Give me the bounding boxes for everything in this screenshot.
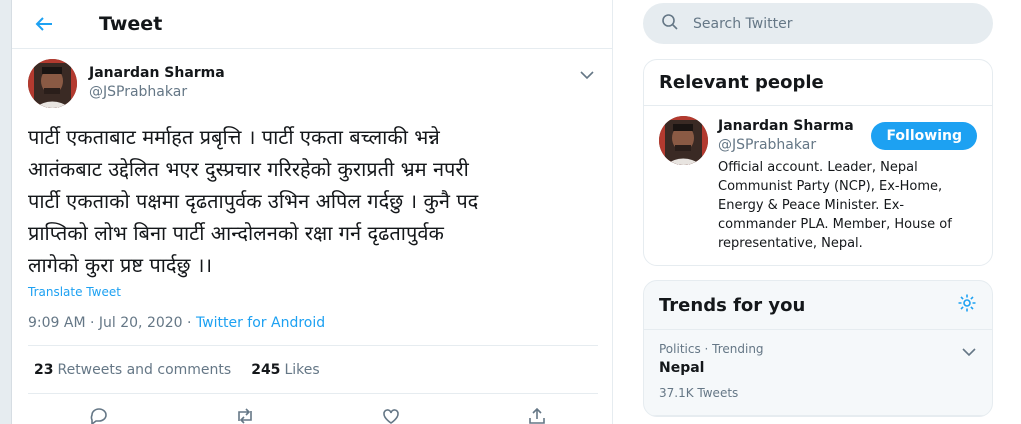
arrow-left-icon[interactable]	[34, 13, 56, 35]
trend-context: Politics · Trending	[659, 342, 764, 356]
author-display-name[interactable]: Janardan Sharma	[89, 65, 225, 82]
tweet-text-line: लागेको कुरा प्रष्ट पार्दछु ।।	[28, 253, 213, 277]
trend-name: Nepal	[659, 360, 705, 376]
relevant-people-title: Relevant people	[644, 60, 992, 106]
tweet-header: Tweet	[12, 0, 612, 49]
retweets-label: Retweets and comments	[57, 361, 232, 378]
retweets-stat[interactable]: 23 Retweets and comments	[34, 362, 231, 378]
trend-item[interactable]: Politics · Trending Nepal 37.1K Tweets	[644, 330, 992, 416]
tweet-text-line: पार्टी एकताबाट मर्माहत प्रबृत्ति । पार्ट…	[28, 125, 440, 149]
avatar[interactable]	[28, 59, 77, 108]
retweets-count: 23	[34, 361, 54, 378]
trend-count: 37.1K Tweets	[659, 386, 739, 400]
tweet-text-line: आतंकबाट उद्देलित भएर दुस्प्रचार गरिरहेको…	[28, 157, 469, 181]
retweet-icon[interactable]	[234, 405, 256, 424]
translate-tweet-link[interactable]: Translate Tweet	[12, 285, 612, 299]
likes-label: Likes	[284, 361, 320, 378]
page-title: Tweet	[99, 13, 163, 35]
trends-title: Trends for you	[659, 294, 806, 316]
trends-card: Trends for you Politics · Trending Nepal…	[643, 280, 993, 417]
trends-header: Trends for you	[644, 281, 992, 330]
tweet-text-line: प्राप्तिको लोभ बिना पार्टी आन्दोलनको रक्…	[28, 221, 444, 245]
search-input[interactable]	[693, 15, 953, 32]
tweet-meta: 9:09 AM · Jul 20, 2020 · Twitter for And…	[28, 315, 598, 346]
tweet-actions	[88, 405, 548, 424]
author-handle[interactable]: @JSPrabhakar	[89, 82, 225, 102]
tweet-column: Tweet Janardan Sharma @JSPrabhakar पार्ट…	[12, 0, 613, 424]
likes-count: 245	[251, 361, 281, 378]
tweet-source-link[interactable]: Twitter for Android	[196, 315, 325, 331]
person-bio: Official account. Leader, Nepal Communis…	[718, 160, 952, 251]
tweet-timestamp[interactable]: 9:09 AM · Jul 20, 2020 ·	[28, 315, 196, 331]
like-icon[interactable]	[380, 405, 402, 424]
author-names: Janardan Sharma @JSPrabhakar	[89, 59, 225, 115]
search-icon	[661, 13, 679, 35]
sidebar: Relevant people Janardan Sharma @JSPrabh…	[643, 0, 993, 417]
relevant-people-card: Relevant people Janardan Sharma @JSPrabh…	[643, 59, 993, 266]
chevron-down-icon[interactable]	[580, 65, 594, 84]
tweet-stats: 23 Retweets and comments 245 Likes	[28, 346, 598, 394]
following-button[interactable]: Following	[871, 122, 977, 150]
chevron-down-icon[interactable]	[962, 342, 976, 361]
likes-stat[interactable]: 245 Likes	[251, 362, 319, 378]
avatar[interactable]	[659, 116, 708, 165]
tweet-text: पार्टी एकताबाट मर्माहत प्रबृत्ति । पार्ट…	[12, 121, 592, 281]
left-rail	[0, 0, 12, 424]
gear-icon[interactable]	[957, 293, 977, 317]
reply-icon[interactable]	[88, 405, 110, 424]
share-icon[interactable]	[526, 405, 548, 424]
search-box[interactable]	[643, 3, 993, 44]
page: Tweet Janardan Sharma @JSPrabhakar पार्ट…	[0, 0, 1021, 424]
relevant-person[interactable]: Janardan Sharma @JSPrabhakar Official ac…	[644, 106, 992, 265]
tweet-text-line: पार्टी एकताको पक्षमा दृढतापुर्वक उभिन अप…	[28, 189, 479, 213]
tweet-author: Janardan Sharma @JSPrabhakar	[12, 49, 612, 115]
